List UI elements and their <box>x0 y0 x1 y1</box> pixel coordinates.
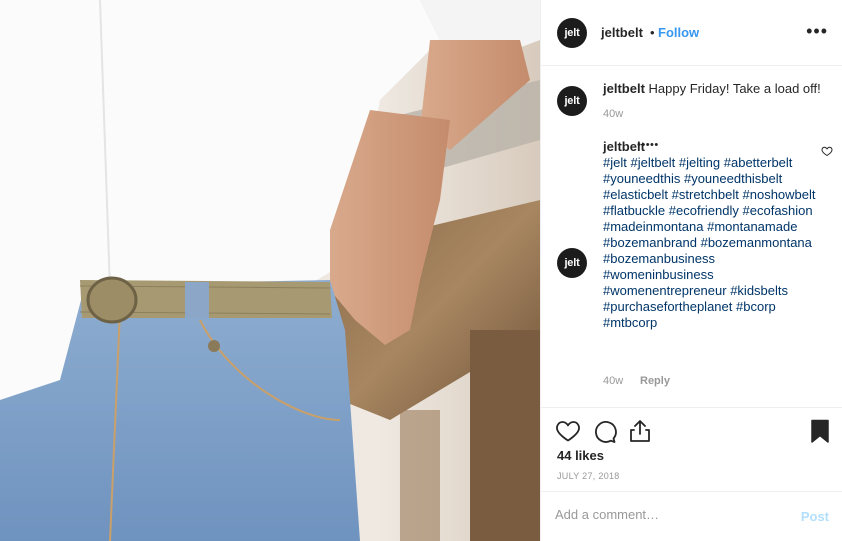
hashtag-link[interactable]: #ecofriendly <box>669 203 739 218</box>
hashtag-link[interactable]: #madeinmontana <box>603 219 703 234</box>
hashtag-link[interactable]: #noshowbelt <box>743 187 816 202</box>
comments-list[interactable]: jelt jeltbelt Happy Friday! Take a load … <box>541 67 842 407</box>
hashtag-link[interactable]: #mtbcorp <box>603 315 657 330</box>
hashtag-link[interactable]: #bozemanbrand <box>603 235 697 250</box>
post-photo[interactable] <box>0 0 540 541</box>
hashtag-link[interactable]: #purchasefortheplanet <box>603 299 732 314</box>
caption-avatar[interactable]: jelt <box>557 86 587 116</box>
hashtag-link[interactable]: #jeltbelt <box>630 155 675 170</box>
post-comment-button[interactable]: Post <box>801 509 829 524</box>
comment-hashtags: #jelt #jeltbelt #jelting #abetterbelt #y… <box>603 155 819 331</box>
hashtag-link[interactable]: #flatbuckle <box>603 203 665 218</box>
hashtag-link[interactable]: #jelt <box>603 155 627 170</box>
comment-bubble-icon[interactable] <box>591 418 617 444</box>
comment-like-heart-icon[interactable] <box>821 145 833 157</box>
hashtag-link[interactable]: #youneedthisbelt <box>684 171 782 186</box>
like-heart-icon[interactable] <box>555 418 581 444</box>
hashtag-link[interactable]: #youneedthis <box>603 171 680 186</box>
comment-timestamp[interactable]: 40w <box>603 375 623 387</box>
comment-avatar[interactable]: jelt <box>557 248 587 278</box>
hashtag-link[interactable]: #bozemanmontana <box>701 235 812 250</box>
reply-button[interactable]: Reply <box>640 375 670 387</box>
hashtag-link[interactable]: #montanamade <box>707 219 797 234</box>
likes-count[interactable]: 44 likes <box>557 448 604 463</box>
post-side-panel: jelt jeltbelt • Follow ••• jelt jeltbelt… <box>540 0 842 541</box>
header-separator: • <box>650 25 655 40</box>
avatar-text: jelt <box>564 257 580 269</box>
add-comment-input[interactable] <box>555 507 785 522</box>
avatar-text: jelt <box>564 95 580 107</box>
hashtag-link[interactable]: #bcorp <box>736 299 776 314</box>
caption-username[interactable]: jeltbelt <box>603 81 645 96</box>
follow-button[interactable]: Follow <box>658 25 699 40</box>
photo-illustration <box>0 0 540 541</box>
caption-text: Happy Friday! Take a load off! <box>648 81 821 96</box>
hashtag-link[interactable]: #jelting <box>679 155 720 170</box>
instagram-post: jelt jeltbelt • Follow ••• jelt jeltbelt… <box>0 0 842 541</box>
share-upload-icon[interactable] <box>627 418 653 444</box>
avatar[interactable]: jelt <box>557 18 587 48</box>
hashtag-link[interactable]: #ecofashion <box>743 203 813 218</box>
caption-timestamp[interactable]: 40w <box>603 108 623 120</box>
hashtag-link[interactable]: #abetterbelt <box>724 155 793 170</box>
hashtag-link[interactable]: #elasticbelt <box>603 187 668 202</box>
saved-bookmark-icon[interactable] <box>807 418 833 444</box>
hashtag-link[interactable]: #womenentrepreneur <box>603 283 727 298</box>
post-date[interactable]: JULY 27, 2018 <box>557 471 620 481</box>
header-username[interactable]: jeltbelt <box>601 25 643 40</box>
post-header: jelt jeltbelt • Follow ••• <box>541 0 842 66</box>
comment-dots: ••••• <box>637 139 659 151</box>
hashtag-link[interactable]: #womeninbusiness <box>603 267 714 282</box>
caption: jeltbelt Happy Friday! Take a load off! <box>603 81 833 97</box>
hashtag-link[interactable]: #bozemanbusiness <box>603 251 715 266</box>
hashtag-link[interactable]: #stretchbelt <box>672 187 739 202</box>
add-comment-bar: Post <box>541 491 842 541</box>
avatar-text: jelt <box>564 27 580 39</box>
hashtag-link[interactable]: #kidsbelts <box>730 283 788 298</box>
more-options-icon[interactable]: ••• <box>806 22 828 40</box>
post-actions: 44 likes JULY 27, 2018 <box>541 407 842 491</box>
